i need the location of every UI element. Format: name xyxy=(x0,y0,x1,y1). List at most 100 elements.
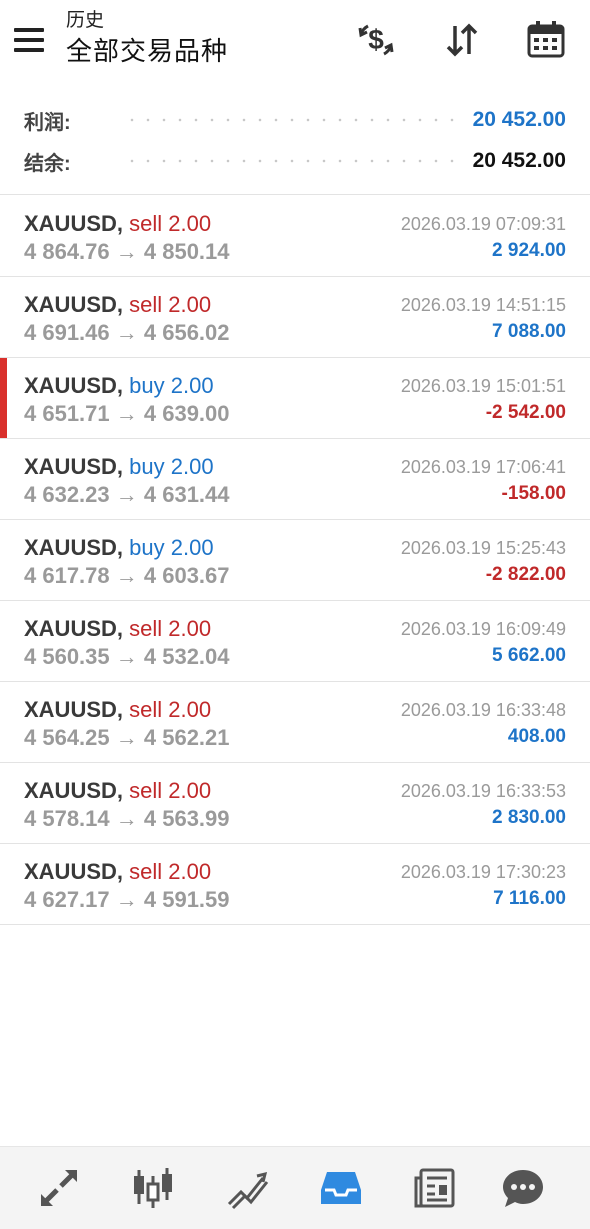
trade-row[interactable]: XAUUSD, buy 2.00 4 632.23 → 4 631.44 2026.… xyxy=(0,439,590,520)
trade-volume: 2.00 xyxy=(168,211,212,236)
svg-text:$: $ xyxy=(368,24,384,55)
trade-icon[interactable] xyxy=(220,1163,274,1213)
trade-prices: 4 617.78 → 4 603.67 xyxy=(24,562,230,590)
trade-profit: 7 088.00 xyxy=(492,321,566,342)
arrow-right-icon: → xyxy=(109,401,144,426)
trade-side: sell xyxy=(129,616,163,641)
trade-volume: 2.00 xyxy=(168,292,212,317)
trade-side: sell xyxy=(129,859,163,884)
trade-title: XAUUSD, sell 2.00 xyxy=(24,210,211,238)
trade-symbol: XAUUSD, xyxy=(24,454,124,479)
summary-panel: 利润: 20 452.00 结余: 20 452.00 xyxy=(0,96,590,195)
arrow-right-icon: → xyxy=(109,806,144,831)
trade-side: buy xyxy=(129,373,165,398)
close-price: 4 603.67 xyxy=(143,563,230,588)
trade-title: XAUUSD, buy 2.00 xyxy=(24,534,214,562)
trade-prices: 4 560.35 → 4 532.04 xyxy=(24,643,230,671)
trade-time: 2026.03.19 15:25:43 xyxy=(400,538,566,558)
trade-profit: -158.00 xyxy=(501,483,566,504)
trade-title: XAUUSD, sell 2.00 xyxy=(24,777,211,805)
trade-profit: 7 116.00 xyxy=(493,888,566,909)
trade-prices: 4 864.76 → 4 850.14 xyxy=(24,238,230,266)
close-price: 4 563.99 xyxy=(143,806,230,831)
chat-icon[interactable] xyxy=(496,1163,550,1213)
trade-row[interactable]: XAUUSD, sell 2.00 4 864.76 → 4 850.14 2026… xyxy=(0,196,590,277)
trade-history-list: XAUUSD, sell 2.00 4 864.76 → 4 850.14 2026… xyxy=(0,196,590,925)
close-price: 4 656.02 xyxy=(143,320,230,345)
news-icon[interactable] xyxy=(408,1163,462,1213)
trade-row[interactable]: XAUUSD, buy 2.00 4 651.71 → 4 639.00 2026.… xyxy=(0,358,590,439)
open-price: 4 578.14 xyxy=(24,806,110,831)
open-price: 4 691.46 xyxy=(24,320,110,345)
close-price: 4 850.14 xyxy=(143,239,230,264)
profit-row: 利润: 20 452.00 xyxy=(24,104,566,136)
open-price: 4 632.23 xyxy=(24,482,110,507)
trade-profit: -2 542.00 xyxy=(485,402,566,423)
trade-title: XAUUSD, sell 2.00 xyxy=(24,858,211,886)
balance-label: 结余: xyxy=(24,152,71,175)
trade-side: buy xyxy=(129,535,165,560)
trade-profit: 2 830.00 xyxy=(492,807,566,828)
trade-profit: 408.00 xyxy=(507,726,566,747)
trade-time: 2026.03.19 17:30:23 xyxy=(400,862,566,882)
trade-volume: 2.00 xyxy=(168,778,212,803)
trade-volume: 2.00 xyxy=(170,454,214,479)
trade-row[interactable]: XAUUSD, sell 2.00 4 578.14 → 4 563.99 2026… xyxy=(0,763,590,844)
trade-side: sell xyxy=(129,292,163,317)
arrow-right-icon: → xyxy=(109,563,144,588)
page-title: 历史 xyxy=(66,10,105,31)
open-price: 4 560.35 xyxy=(24,644,110,669)
trade-row[interactable]: XAUUSD, buy 2.00 4 617.78 → 4 603.67 2026.… xyxy=(0,520,590,601)
symbol-filter-title[interactable]: 全部交易品种 xyxy=(66,34,228,68)
trade-side: sell xyxy=(129,697,163,722)
trade-row[interactable]: XAUUSD, sell 2.00 4 560.35 → 4 532.04 2026… xyxy=(0,601,590,682)
trade-time: 2026.03.19 15:01:51 xyxy=(400,376,566,396)
open-price: 4 564.25 xyxy=(24,725,110,750)
trade-profit: 5 662.00 xyxy=(492,645,566,666)
trade-prices: 4 578.14 → 4 563.99 xyxy=(24,805,230,833)
trade-volume: 2.00 xyxy=(168,859,212,884)
trade-prices: 4 632.23 → 4 631.44 xyxy=(24,481,230,509)
trade-time: 2026.03.19 07:09:31 xyxy=(400,214,566,234)
arrow-right-icon: → xyxy=(109,644,144,669)
open-price: 4 617.78 xyxy=(24,563,110,588)
trade-time: 2026.03.19 16:33:48 xyxy=(400,700,566,720)
trade-volume: 2.00 xyxy=(170,535,214,560)
trade-title: XAUUSD, sell 2.00 xyxy=(24,696,211,724)
trade-symbol: XAUUSD, xyxy=(24,859,124,884)
history-inbox-icon[interactable] xyxy=(314,1163,368,1213)
trade-symbol: XAUUSD, xyxy=(24,373,124,398)
trade-volume: 2.00 xyxy=(168,697,212,722)
trade-row[interactable]: XAUUSD, sell 2.00 4 627.17 → 4 591.59 2026… xyxy=(0,844,590,925)
trade-profit: 2 924.00 xyxy=(492,240,566,261)
currency-exchange-icon[interactable]: $ xyxy=(354,18,398,62)
trade-title: XAUUSD, buy 2.00 xyxy=(24,372,214,400)
dotted-leader xyxy=(124,159,455,163)
arrow-right-icon: → xyxy=(109,239,144,264)
arrow-right-icon: → xyxy=(109,320,144,345)
trade-row[interactable]: XAUUSD, sell 2.00 4 691.46 → 4 656.02 2026… xyxy=(0,277,590,358)
trade-volume: 2.00 xyxy=(170,373,214,398)
app-header: 历史 全部交易品种 $ xyxy=(0,0,590,88)
trade-symbol: XAUUSD, xyxy=(24,778,124,803)
menu-icon[interactable] xyxy=(14,22,52,58)
profit-label: 利润: xyxy=(24,111,71,134)
trade-volume: 2.00 xyxy=(168,616,212,641)
open-price: 4 627.17 xyxy=(24,887,110,912)
trade-prices: 4 627.17 → 4 591.59 xyxy=(24,886,230,914)
arrow-right-icon: → xyxy=(109,887,144,912)
trade-symbol: XAUUSD, xyxy=(24,697,124,722)
calendar-icon[interactable] xyxy=(524,18,568,62)
close-price: 4 562.21 xyxy=(143,725,230,750)
close-price: 4 532.04 xyxy=(143,644,230,669)
candlestick-chart-icon[interactable] xyxy=(126,1163,180,1213)
trade-row[interactable]: XAUUSD, sell 2.00 4 564.25 → 4 562.21 2026… xyxy=(0,682,590,763)
bottom-navigation xyxy=(0,1146,590,1229)
close-price: 4 639.00 xyxy=(143,401,230,426)
trade-symbol: XAUUSD, xyxy=(24,211,124,236)
quotes-icon[interactable] xyxy=(32,1163,86,1213)
trade-prices: 4 564.25 → 4 562.21 xyxy=(24,724,230,752)
title-block: 历史 全部交易品种 xyxy=(66,8,228,68)
sort-icon[interactable] xyxy=(440,18,484,62)
trade-side: buy xyxy=(129,454,165,479)
